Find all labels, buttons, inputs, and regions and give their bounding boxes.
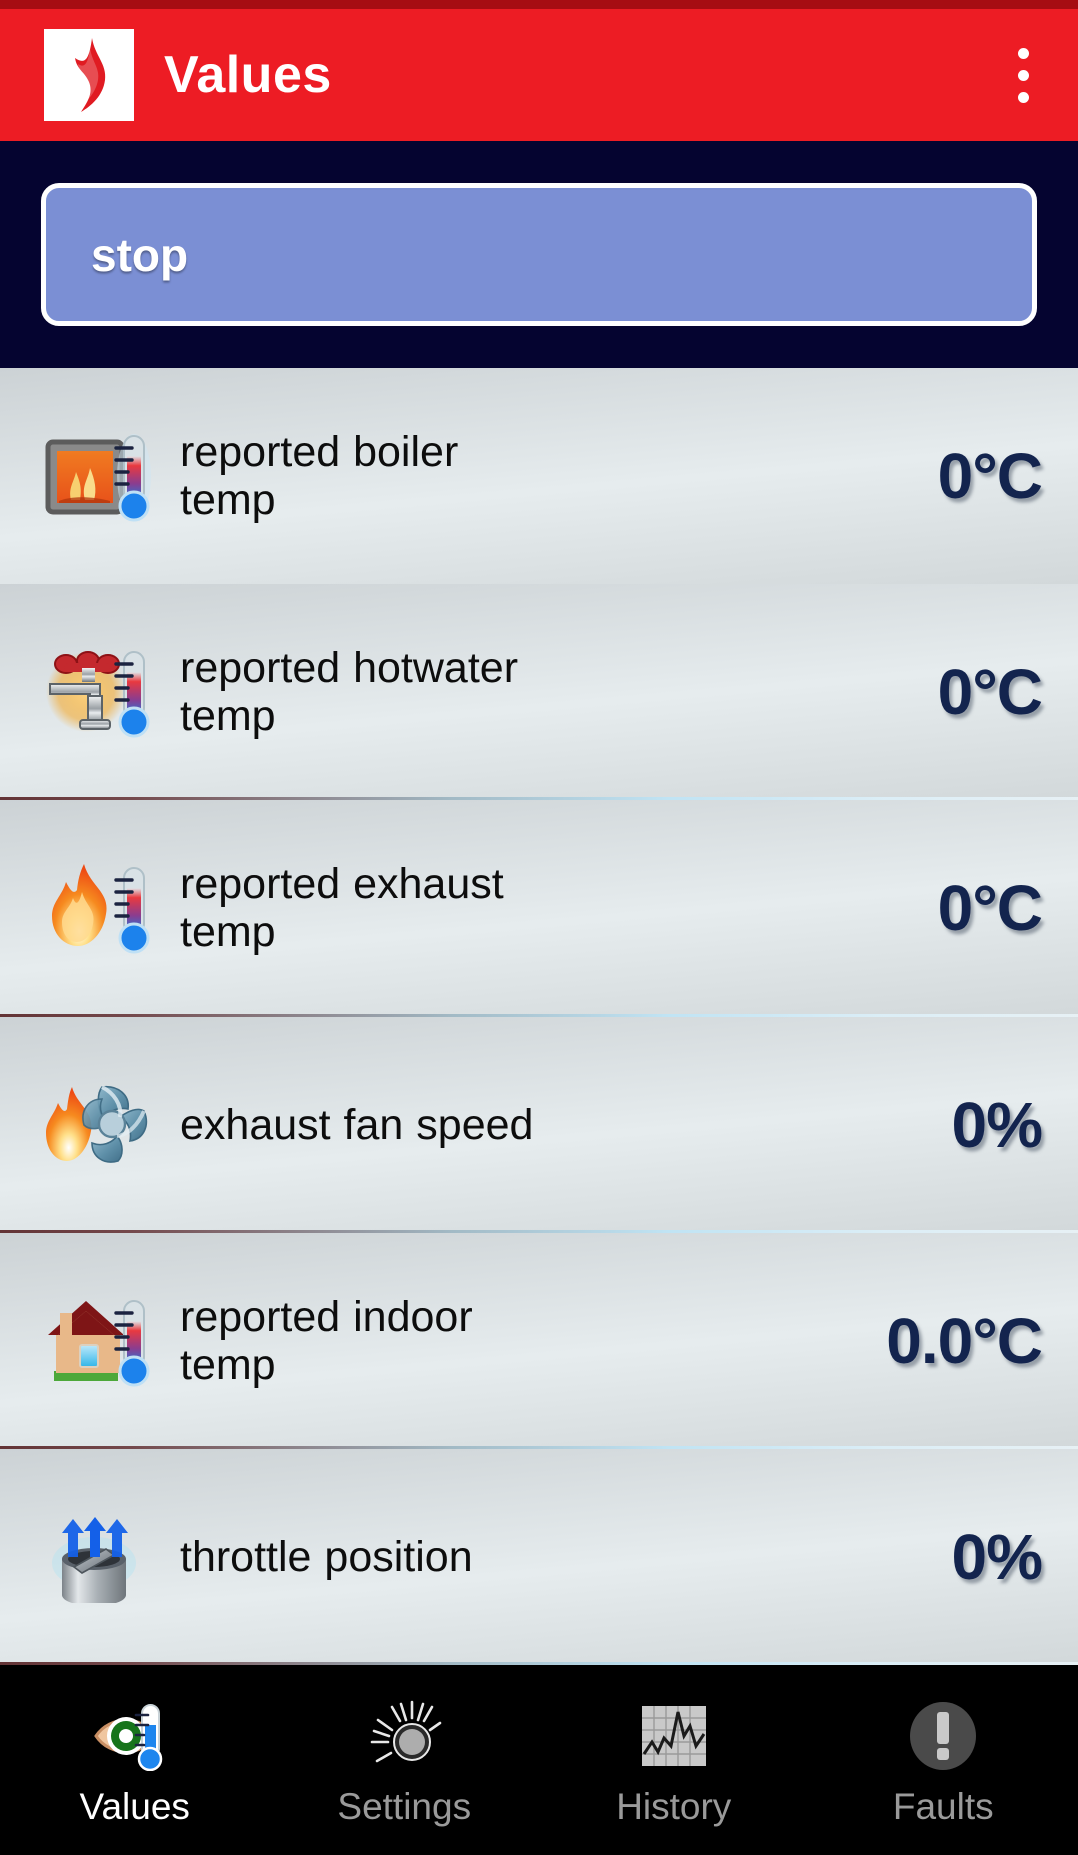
row-label-line1: throttle position <box>180 1532 473 1581</box>
table-row[interactable]: reported hotwater temp 0°C <box>0 584 1078 801</box>
app-bar: Values <box>0 9 1078 141</box>
row-value: 0% <box>951 1520 1043 1593</box>
hotwater-faucet-thermometer-icon <box>44 644 162 740</box>
table-row[interactable]: reported indoor temp 0.0°C <box>0 1232 1078 1450</box>
row-label: exhaust fan speed <box>162 1101 952 1149</box>
row-label-line1: reported exhaust <box>180 860 504 909</box>
row-label-line1: reported boiler <box>180 427 459 476</box>
row-label-line1: reported indoor <box>180 1292 473 1341</box>
flame-logo-icon <box>44 29 134 121</box>
status-button-label: stop <box>91 228 189 281</box>
status-stop-button[interactable]: stop <box>41 183 1037 326</box>
tab-history[interactable]: History <box>539 1665 809 1855</box>
row-value: 0°C <box>937 440 1043 513</box>
overflow-dot <box>1017 47 1029 59</box>
house-thermometer-icon <box>44 1293 162 1389</box>
knob-dial-icon <box>366 1696 442 1776</box>
row-label: reported boiler temp <box>162 428 938 524</box>
status-panel: stop <box>0 141 1078 368</box>
table-row[interactable]: reported boiler temp 0°C <box>0 368 1078 585</box>
row-label: reported exhaust temp <box>162 860 938 956</box>
page-title: Values <box>164 46 332 104</box>
exhaust-flame-thermometer-icon <box>44 860 162 956</box>
row-label-line2: temp <box>180 908 276 957</box>
bottom-navigation: Values Settings History Faults <box>0 1665 1078 1855</box>
tab-values[interactable]: Values <box>0 1665 270 1855</box>
exhaust-fan-flame-icon <box>44 1077 162 1173</box>
row-value: 0% <box>951 1088 1043 1161</box>
tab-label: Settings <box>337 1785 472 1827</box>
row-label: throttle position <box>162 1533 952 1581</box>
tab-settings[interactable]: Settings <box>270 1665 540 1855</box>
row-label-line1: reported hotwater <box>180 644 519 693</box>
eye-thermometer-icon <box>92 1696 178 1776</box>
row-label-line2: temp <box>180 692 276 741</box>
overflow-dot <box>1017 91 1029 103</box>
row-label-line2: temp <box>180 476 276 525</box>
row-value: 0°C <box>937 656 1043 729</box>
app-root: Values stop reported boiler temp 0°C rep… <box>0 0 1078 1855</box>
row-label: reported hotwater temp <box>162 644 938 740</box>
row-label-line1: exhaust fan speed <box>180 1100 534 1149</box>
row-value: 0°C <box>937 872 1043 945</box>
tab-label: Faults <box>892 1785 994 1827</box>
table-row[interactable]: reported exhaust temp 0°C <box>0 800 1078 1017</box>
overflow-menu-icon[interactable] <box>996 35 1050 115</box>
row-label: reported indoor temp <box>162 1293 886 1389</box>
values-list: reported boiler temp 0°C reported hotwat… <box>0 368 1078 1666</box>
throttle-damper-icon <box>44 1509 162 1605</box>
boiler-furnace-thermometer-icon <box>44 428 162 524</box>
table-row[interactable]: throttle position 0% <box>0 1448 1078 1666</box>
tab-faults[interactable]: Faults <box>809 1665 1078 1855</box>
row-value: 0.0°C <box>886 1304 1043 1377</box>
exclamation-circle-icon <box>908 1696 978 1776</box>
tab-label: History <box>616 1785 732 1827</box>
row-label-line2: temp <box>180 1340 276 1389</box>
chart-graph-icon <box>640 1696 708 1776</box>
overflow-dot <box>1017 69 1029 81</box>
table-row[interactable]: exhaust fan speed 0% <box>0 1016 1078 1233</box>
tab-label: Values <box>79 1785 190 1827</box>
status-bar-strip <box>0 0 1078 9</box>
